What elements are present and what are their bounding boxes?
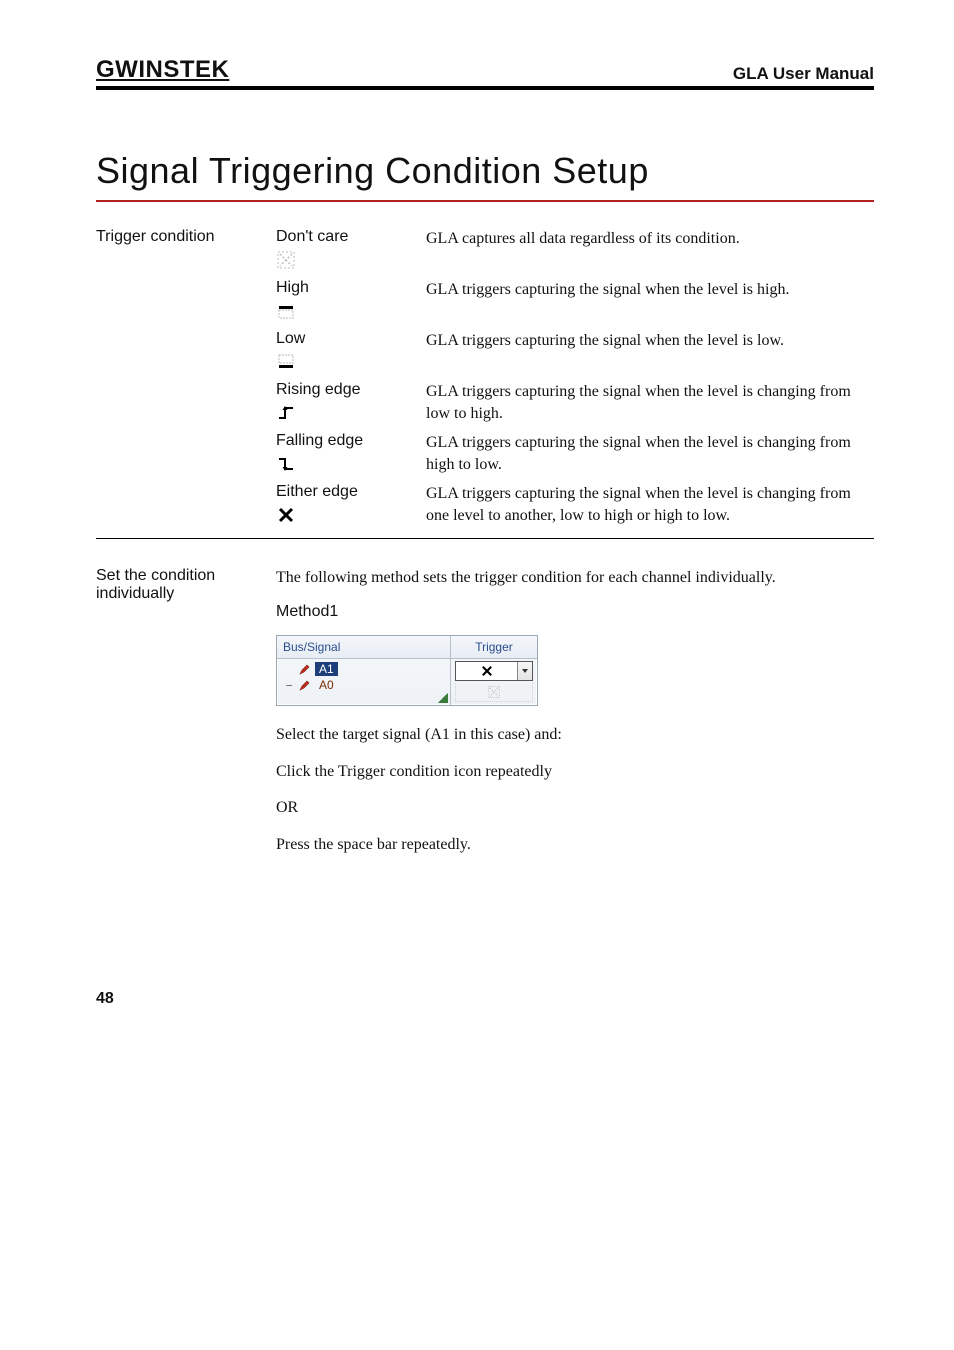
trigger-column-header[interactable]: Trigger — [451, 636, 537, 659]
page-number: 48 — [96, 990, 874, 1008]
tree-expand-icon[interactable]: − — [283, 679, 295, 692]
falling-edge-label: Falling edge — [276, 432, 416, 450]
set-individually-label: Set the condition individually — [96, 567, 266, 870]
pen-icon — [299, 679, 311, 691]
low-label: Low — [276, 330, 416, 348]
high-label: High — [276, 279, 416, 297]
high-level-icon — [276, 301, 296, 321]
either-edge-label: Either edge — [276, 483, 416, 501]
trigger-condition-label: Trigger condition — [96, 226, 266, 277]
signal-row-a1[interactable]: A1 — [281, 661, 446, 677]
step-click-icon: Click the Trigger condition icon repeate… — [276, 761, 874, 783]
manual-title: GLA User Manual — [733, 64, 874, 84]
method-heading: Method1 — [276, 603, 874, 621]
dont-care-desc: GLA captures all data regardless of its … — [426, 226, 874, 277]
high-desc: GLA triggers capturing the signal when t… — [426, 277, 874, 328]
page-header: GWINSTEK GLA User Manual — [96, 56, 874, 90]
table-rule — [96, 538, 874, 543]
falling-edge-desc: GLA triggers capturing the signal when t… — [426, 430, 874, 481]
title-rule — [96, 200, 874, 202]
dont-care-label: Don't care — [276, 228, 416, 246]
pen-icon — [299, 663, 311, 675]
low-level-icon — [276, 352, 296, 372]
bus-signal-header[interactable]: Bus/Signal — [277, 636, 450, 659]
either-edge-icon — [276, 505, 296, 525]
falling-edge-icon — [276, 454, 296, 474]
trigger-dropdown-button[interactable] — [517, 662, 532, 680]
trigger-cell-a0[interactable] — [455, 683, 533, 702]
step-select-target: Select the target signal (A1 in this cas… — [276, 724, 874, 746]
set-individually-intro: The following method sets the trigger co… — [276, 567, 874, 589]
step-press-space: Press the space bar repeatedly. — [276, 834, 874, 856]
chevron-down-icon — [521, 667, 529, 675]
trigger-condition-button[interactable] — [456, 664, 517, 678]
rising-edge-icon — [276, 403, 296, 423]
either-edge-desc: GLA triggers capturing the signal when t… — [426, 481, 874, 532]
signal-a1-label: A1 — [315, 662, 338, 676]
section-title: Signal Triggering Condition Setup — [96, 150, 874, 192]
ui-screenshot: Bus/Signal A1 − A0 — [276, 635, 538, 706]
low-desc: GLA triggers capturing the signal when t… — [426, 328, 874, 379]
tree-spacer-icon — [283, 663, 295, 676]
signal-a0-label: A0 — [315, 678, 338, 692]
brand-logo: GWINSTEK — [96, 56, 229, 84]
rising-edge-desc: GLA triggers capturing the signal when t… — [426, 379, 874, 430]
signal-row-a0[interactable]: − A0 — [281, 677, 446, 693]
dont-care-icon — [276, 250, 296, 270]
rising-edge-label: Rising edge — [276, 381, 416, 399]
or-label: OR — [276, 797, 874, 819]
resize-grip-icon[interactable] — [438, 693, 448, 703]
dont-care-icon — [487, 685, 501, 699]
